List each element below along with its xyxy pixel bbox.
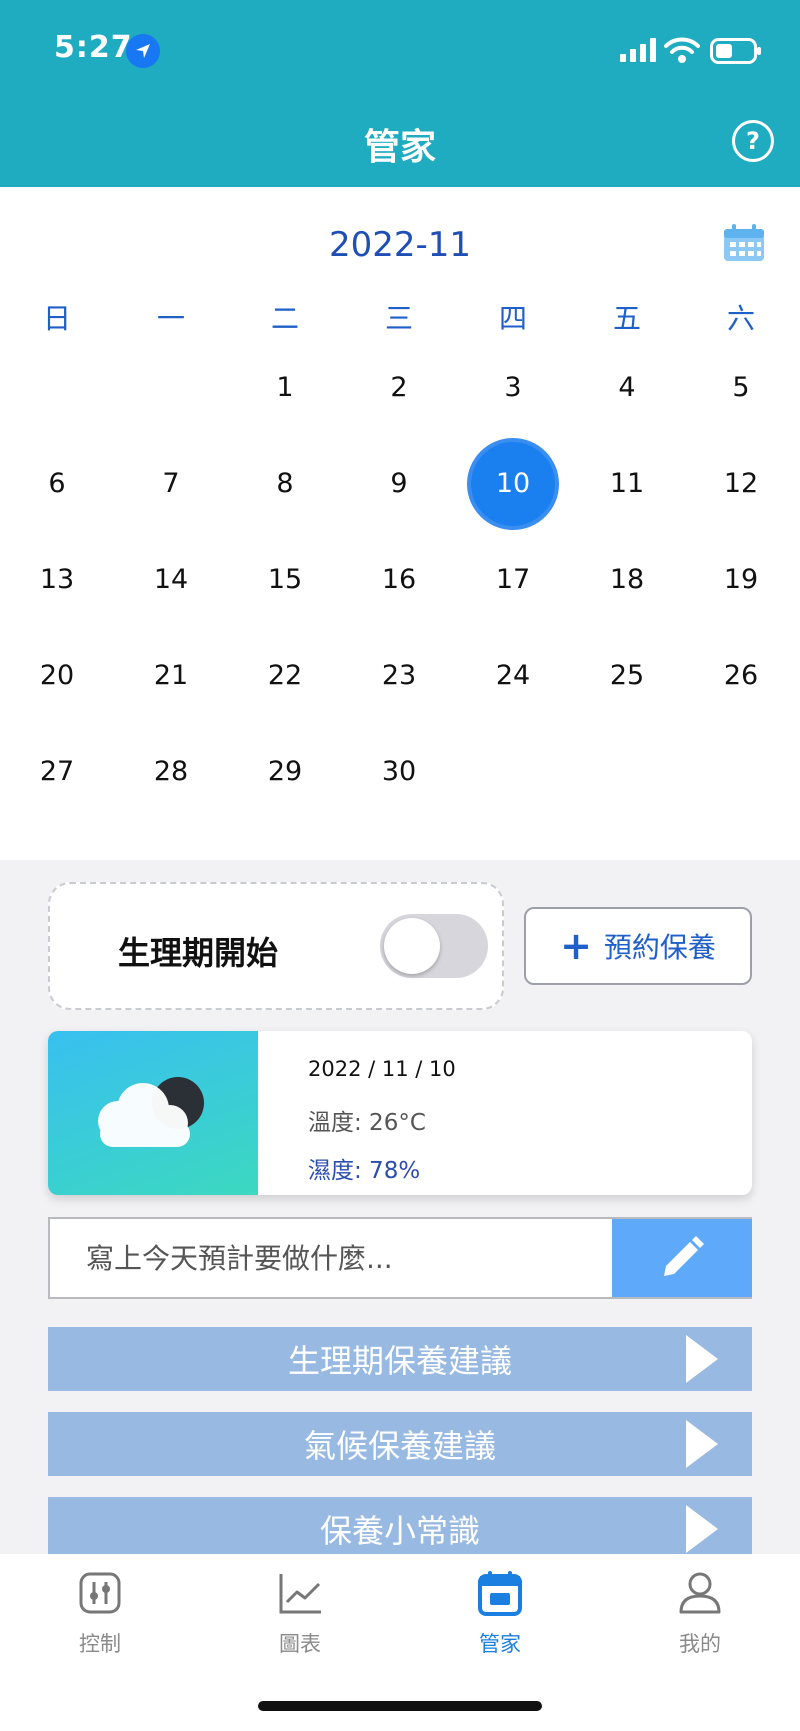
- todo-input[interactable]: [50, 1219, 612, 1297]
- weather-image: [48, 1031, 258, 1195]
- climate-care-advice[interactable]: 氣候保養建議: [48, 1412, 752, 1476]
- user-icon: [679, 1572, 721, 1614]
- weather-date: 2022 / 11 / 10: [308, 1057, 456, 1081]
- tab-label: 管家: [479, 1632, 521, 1656]
- help-button[interactable]: ?: [732, 120, 774, 162]
- tab-butler[interactable]: 管家: [400, 1554, 600, 1674]
- reserve-care-label: 預約保養: [603, 931, 716, 964]
- calendar-day[interactable]: 1: [228, 372, 342, 403]
- period-start-toggle[interactable]: [380, 914, 488, 978]
- tab-chart[interactable]: 圖表: [200, 1554, 400, 1674]
- calendar-day[interactable]: 24: [456, 660, 570, 691]
- weekday-tue: 二: [270, 302, 299, 335]
- cellular-signal-icon: [620, 38, 656, 62]
- weekday-sun: 日: [42, 302, 71, 335]
- calendar-day[interactable]: 27: [0, 756, 114, 787]
- calendar-day[interactable]: 26: [684, 660, 798, 691]
- calendar-day[interactable]: 6: [0, 468, 114, 499]
- calendar-day[interactable]: 11: [570, 468, 684, 499]
- advice-label: 保養小常識: [319, 1512, 480, 1550]
- advice-label: 生理期保養建議: [287, 1342, 512, 1380]
- calendar-day[interactable]: 20: [0, 660, 114, 691]
- calendar: 2022-11 日 一 二 三 四 五 六 1 2 3 4 5 6 7 8 9 …: [0, 187, 800, 860]
- calendar-picker-icon[interactable]: [722, 223, 766, 263]
- calendar-day[interactable]: 18: [570, 564, 684, 595]
- sliders-icon: [79, 1572, 121, 1614]
- advice-label: 氣候保養建議: [303, 1427, 496, 1465]
- chevron-right-icon: [686, 1505, 718, 1553]
- calendar-month-label: 2022-11: [328, 225, 472, 265]
- edit-button[interactable]: [612, 1219, 752, 1297]
- weather-humidity: 濕度: 78%: [308, 1158, 421, 1184]
- weather-card: 2022 / 11 / 10 溫度: 26°C 濕度: 78%: [48, 1031, 752, 1195]
- calendar-day[interactable]: 17: [456, 564, 570, 595]
- chevron-right-icon: [686, 1335, 718, 1383]
- calendar-day[interactable]: 9: [342, 468, 456, 499]
- weekday-fri: 五: [612, 302, 641, 335]
- period-care-advice[interactable]: 生理期保養建議: [48, 1327, 752, 1391]
- calendar-day[interactable]: 16: [342, 564, 456, 595]
- pencil-icon: [664, 1236, 704, 1276]
- calendar-day[interactable]: 19: [684, 564, 798, 595]
- tab-label: 我的: [679, 1632, 721, 1656]
- help-icon: ?: [746, 127, 760, 155]
- calendar-day[interactable]: 14: [114, 564, 228, 595]
- calendar-day[interactable]: 2: [342, 372, 456, 403]
- tab-profile[interactable]: 我的: [600, 1554, 800, 1674]
- plus-icon: +: [560, 924, 592, 968]
- toggle-knob: [384, 918, 440, 974]
- location-arrow-icon: [126, 34, 160, 68]
- wifi-icon: [664, 37, 700, 63]
- calendar-day[interactable]: 13: [0, 564, 114, 595]
- cloudy-night-icon: [98, 1077, 204, 1147]
- weather-temperature: 溫度: 26°C: [308, 1110, 426, 1136]
- reserve-care-button[interactable]: + 預約保養: [524, 907, 752, 985]
- period-start-card: 生理期開始: [48, 882, 504, 1010]
- line-chart-icon: [279, 1574, 321, 1614]
- calendar-day[interactable]: 5: [684, 372, 798, 403]
- todo-row: [48, 1217, 752, 1299]
- calendar-day[interactable]: 23: [342, 660, 456, 691]
- app-header: 5:27 管家 ?: [0, 0, 800, 187]
- calendar-day[interactable]: 28: [114, 756, 228, 787]
- calendar-day[interactable]: 3: [456, 372, 570, 403]
- tab-label: 圖表: [279, 1632, 321, 1656]
- chevron-right-icon: [686, 1420, 718, 1468]
- calendar-day[interactable]: 29: [228, 756, 342, 787]
- battery-icon: [710, 38, 761, 64]
- weekday-thu: 四: [498, 302, 527, 335]
- weekday-mon: 一: [156, 302, 185, 335]
- calendar-day-selected[interactable]: 10: [456, 442, 570, 526]
- period-start-label: 生理期開始: [118, 934, 279, 972]
- calendar-day[interactable]: 30: [342, 756, 456, 787]
- calendar-day[interactable]: 15: [228, 564, 342, 595]
- home-indicator: [258, 1701, 542, 1711]
- calendar-day[interactable]: 7: [114, 468, 228, 499]
- page-title: 管家: [363, 127, 436, 168]
- calendar-day[interactable]: 22: [228, 660, 342, 691]
- tab-label: 控制: [79, 1632, 121, 1656]
- calendar-icon: [478, 1571, 522, 1616]
- tab-control[interactable]: 控制: [0, 1554, 200, 1674]
- status-time: 5:27: [54, 30, 133, 65]
- calendar-day[interactable]: 25: [570, 660, 684, 691]
- care-tips-advice[interactable]: 保養小常識: [48, 1497, 752, 1561]
- calendar-day[interactable]: 4: [570, 372, 684, 403]
- calendar-day[interactable]: 12: [684, 468, 798, 499]
- calendar-day[interactable]: 8: [228, 468, 342, 499]
- weekday-sat: 六: [726, 302, 755, 335]
- calendar-day[interactable]: 21: [114, 660, 228, 691]
- weekday-wed: 三: [384, 302, 413, 335]
